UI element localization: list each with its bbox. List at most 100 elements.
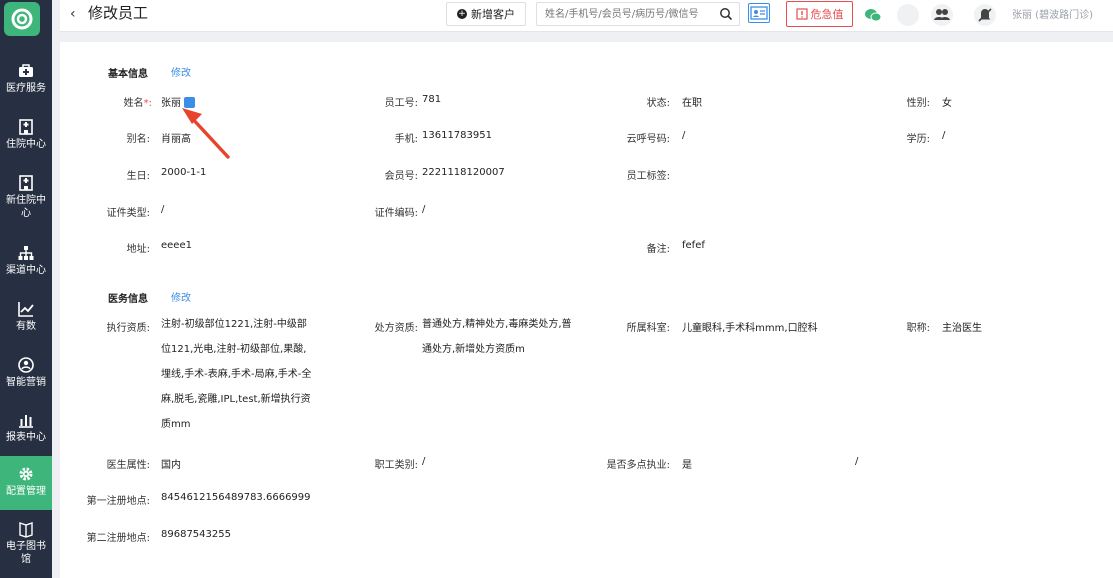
customer-search (536, 2, 740, 26)
sidebar-item-youshu[interactable]: 有数 (0, 300, 52, 333)
gear-icon (19, 467, 33, 481)
medical-info-title: 医务信息 (108, 294, 148, 305)
phone-label: 手机: (394, 134, 418, 145)
annotation-arrow-icon (182, 108, 230, 159)
education-value: / (942, 130, 946, 141)
sidebar-item-marketing[interactable]: 智能营销 (0, 356, 52, 389)
medical-kit-icon (19, 64, 33, 77)
current-user[interactable]: 张丽 (碧波路门诊) (1012, 6, 1093, 21)
wechat-icon[interactable] (862, 4, 884, 26)
cloud-call-label: 云呼号码: (626, 134, 670, 145)
sidebar-item-medical-service[interactable]: 医疗服务 (0, 62, 52, 95)
job-title-value: 主治医生 (942, 323, 982, 334)
birthday-label: 生日: (126, 171, 150, 182)
required-mark: *: (143, 98, 152, 109)
name-label: 姓名*: (123, 98, 152, 109)
sidebar-item-library[interactable]: 电子图书馆 (0, 520, 52, 566)
staff-no-label: 员工号: (384, 98, 418, 109)
app-logo[interactable] (4, 2, 40, 36)
sidebar-item-label: 智能营销 (6, 377, 46, 388)
logo-icon (11, 8, 33, 30)
practice-qual-value: 注射-初级部位1221,注射-中级部位121,光电,注射-初级部位,果酸,埋线,… (161, 319, 312, 430)
doctor-attr-label: 医生属性: (106, 460, 150, 471)
search-input[interactable] (537, 3, 715, 25)
add-customer-button[interactable]: + 新增客户 (446, 2, 526, 26)
address-label: 地址: (126, 244, 150, 255)
id-card-icon (750, 6, 768, 20)
sidebar-item-config[interactable]: 配置管理 (0, 456, 52, 510)
department-value: 儿童眼科,手术科mmm,口腔科 (682, 323, 818, 334)
prescription-qual-label: 处方资质: (374, 323, 418, 334)
remark-label: 备注: (646, 244, 670, 255)
doctor-attr-value: 国内 (161, 460, 181, 471)
address-value: eeee1 (161, 240, 192, 251)
gender-value: 女 (942, 98, 952, 109)
sidebar-item-inpatient[interactable]: 住院中心 (0, 118, 52, 151)
search-icon[interactable] (719, 7, 733, 21)
sidebar: 医疗服务 住院中心 新住院中心 渠道中心 有数 智能营销 报表中心 配置管理 电… (0, 0, 52, 578)
sidebar-item-label: 报表中心 (6, 432, 46, 443)
bar-chart-icon (19, 415, 33, 428)
second-reg-value: 89687543255 (161, 529, 231, 540)
sidebar-item-label: 配置管理 (6, 486, 46, 497)
job-type-label: 职工类别: (374, 460, 418, 471)
prescription-qual-value: 普通处方,精神处方,毒麻类处方,普通处方,新增处方资质m (422, 319, 572, 355)
id-type-label: 证件类型: (106, 208, 150, 219)
education-label: 学历: (906, 134, 930, 145)
first-reg-value: 8454612156489783.6666999 (161, 492, 311, 503)
add-customer-label: 新增客户 (471, 8, 515, 21)
sidebar-item-label: 有数 (16, 321, 36, 332)
book-icon (19, 522, 33, 538)
org-chart-icon (18, 246, 34, 260)
status-label: 状态: (646, 98, 670, 109)
phone-value: 13611783951 (422, 130, 492, 141)
staff-no-value: 781 (422, 94, 442, 105)
page-title: 修改员工 (88, 4, 149, 22)
sidebar-item-label: 新住院中心 (6, 195, 46, 219)
birthday-value: 2000-1-1 (161, 167, 207, 178)
id-card-reader-button[interactable] (748, 3, 770, 23)
job-title-label: 职称: (906, 323, 930, 334)
edit-medical-info-link[interactable]: 修改 (171, 289, 191, 304)
multi-site-extra-value: / (855, 456, 859, 467)
practice-qual-label: 执行资质: (106, 323, 150, 334)
marketing-icon (18, 357, 34, 373)
id-code-label: 证件编码: (374, 208, 418, 219)
basic-info-title: 基本信息 (108, 69, 148, 80)
multi-site-value: 是 (682, 460, 692, 471)
status-value: 在职 (682, 98, 702, 109)
sidebar-item-label: 住院中心 (6, 139, 46, 150)
back-arrow-icon[interactable]: ‹ (70, 6, 76, 22)
team-icon[interactable] (931, 4, 953, 26)
sidebar-item-reports[interactable]: 报表中心 (0, 411, 52, 444)
critical-value-label: 危急值 (810, 8, 844, 21)
sidebar-item-label: 渠道中心 (6, 265, 46, 276)
id-code-value: / (422, 204, 426, 215)
critical-value-button[interactable]: 危急值 (786, 1, 853, 27)
id-type-value: / (161, 204, 165, 215)
sidebar-item-label: 医疗服务 (6, 83, 46, 94)
notification-icon[interactable] (897, 4, 919, 26)
trend-chart-icon (18, 302, 34, 317)
edit-basic-info-link[interactable]: 修改 (171, 64, 191, 79)
hospital-icon (19, 175, 33, 191)
remark-value: fefef (682, 240, 705, 251)
staff-tag-label: 员工标签: (626, 171, 670, 182)
first-reg-label: 第一注册地点: (86, 496, 150, 507)
sidebar-item-new-inpatient[interactable]: 新住院中心 (0, 174, 52, 220)
sidebar-item-channel[interactable]: 渠道中心 (0, 244, 52, 277)
job-type-value: / (422, 456, 426, 467)
member-no-value: 2221118120007 (422, 167, 505, 178)
member-no-label: 会员号: (384, 171, 418, 182)
alias-label: 别名: (126, 134, 150, 145)
gender-label: 性别: (906, 98, 930, 109)
alert-icon (795, 8, 808, 20)
department-label: 所属科室: (626, 323, 670, 334)
employee-detail-panel: 基本信息 修改 姓名*: 张丽 员工号: 781 状态: 在职 性别: 女 别名… (60, 42, 1113, 578)
mute-icon[interactable] (974, 4, 996, 26)
multi-site-label: 是否多点执业: (606, 460, 670, 471)
hospital-icon (19, 119, 33, 135)
sidebar-item-label: 电子图书馆 (6, 541, 46, 565)
cloud-call-value: / (682, 130, 686, 141)
plus-circle-icon: + (457, 9, 467, 19)
